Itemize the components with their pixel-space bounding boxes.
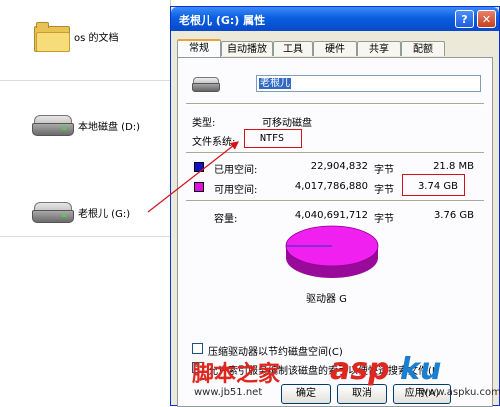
- capacity-human: 3.76 GB: [433, 210, 474, 221]
- local-disk-d[interactable]: 本地磁盘 (D:): [32, 113, 140, 137]
- tab-autoplay[interactable]: 自动播放: [221, 41, 273, 56]
- local-disk-label: 本地磁盘 (D:): [78, 121, 141, 133]
- help-button[interactable]: ?: [455, 10, 474, 28]
- watermark-asp: asp: [330, 352, 390, 387]
- close-button[interactable]: ✕: [477, 10, 496, 28]
- used-space-unit: 字节: [374, 165, 394, 176]
- properties-dialog: 老根儿 (G:) 属性 ? ✕ 常规 自动播放 工具 硬件 共享 配额 老根儿 …: [170, 6, 500, 407]
- separator: [186, 152, 484, 154]
- free-space-bytes: 4,017,786,880: [294, 181, 368, 192]
- free-space-label: 可用空间:: [214, 185, 258, 196]
- hard-drive-icon: [32, 113, 74, 137]
- compress-checkbox[interactable]: [192, 343, 203, 354]
- drive-name-text: 老根儿: [259, 78, 291, 89]
- separator: [186, 200, 484, 202]
- removable-disk-g[interactable]: 老根儿 (G:): [32, 200, 130, 224]
- watermark-ku: ku: [400, 352, 442, 387]
- ok-button[interactable]: 确定: [281, 384, 331, 404]
- watermark-url-aspku: www.aspku.com: [420, 387, 500, 398]
- tab-sharing[interactable]: 共享: [357, 41, 401, 56]
- free-space-human: 3.74 GB: [417, 181, 458, 192]
- used-space-label: 已用空间:: [214, 165, 258, 176]
- tab-tools[interactable]: 工具: [273, 41, 313, 56]
- type-label: 类型:: [192, 118, 216, 129]
- capacity-bytes: 4,040,691,712: [294, 210, 368, 221]
- watermark-cn: 脚本之家: [192, 361, 281, 387]
- folder-icon: [34, 22, 70, 52]
- drive-name-input[interactable]: 老根儿: [256, 75, 481, 92]
- filesystem-label: 文件系统:: [192, 137, 236, 148]
- tab-hardware[interactable]: 硬件: [313, 41, 357, 56]
- cancel-button[interactable]: 取消: [337, 384, 387, 404]
- tab-general[interactable]: 常规: [177, 39, 221, 57]
- disk-usage-pie: [285, 225, 379, 278]
- used-space-swatch: [194, 162, 204, 172]
- capacity-label: 容量:: [214, 214, 238, 225]
- removable-drive-icon: [192, 76, 220, 92]
- used-space-bytes: 22,904,832: [310, 161, 368, 172]
- drive-caption: 驱动器 G: [306, 294, 347, 305]
- removable-drive-icon: [32, 200, 74, 224]
- dialog-titlebar[interactable]: 老根儿 (G:) 属性 ? ✕: [171, 7, 499, 31]
- tab-quota[interactable]: 配额: [401, 41, 445, 56]
- free-space-unit: 字节: [374, 185, 394, 196]
- removable-disk-label: 老根儿 (G:): [78, 208, 131, 220]
- watermark-url-jb51: www.jb51.net: [194, 387, 263, 398]
- explorer-row-divider: [0, 236, 170, 237]
- dialog-title: 老根儿 (G:) 属性: [179, 14, 266, 27]
- free-space-swatch: [194, 182, 204, 192]
- explorer-row-divider: [0, 80, 170, 81]
- used-space-human: 21.8 MB: [433, 161, 474, 172]
- folder-label: os 的文档: [74, 32, 119, 44]
- separator: [186, 103, 484, 105]
- folder-my-documents[interactable]: os 的文档: [34, 22, 119, 52]
- type-value: 可移动磁盘: [262, 118, 312, 129]
- filesystem-value: NTFS: [260, 133, 285, 144]
- tab-strip: 常规 自动播放 工具 硬件 共享 配额: [177, 39, 493, 57]
